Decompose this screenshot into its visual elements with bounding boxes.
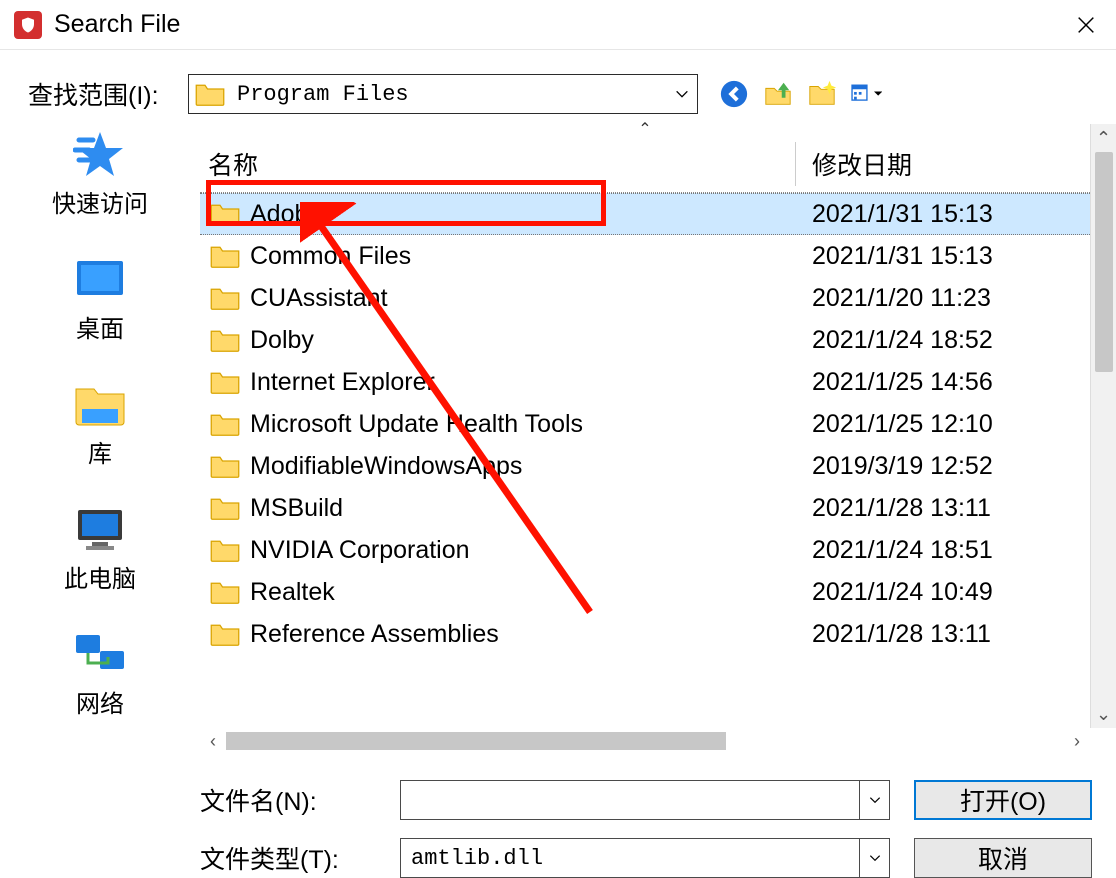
file-date: 2021/1/24 18:51 [796, 536, 993, 565]
file-row[interactable]: CUAssistant2021/1/20 11:23 [200, 277, 1090, 319]
vertical-scrollbar[interactable]: ⌃ ⌄ [1090, 124, 1116, 728]
folder-icon [210, 495, 240, 521]
file-date: 2019/3/19 12:52 [796, 452, 993, 481]
sidebar-quick-access[interactable]: 快速访问 [52, 128, 148, 219]
folder-icon [210, 537, 240, 563]
folder-icon [210, 201, 240, 227]
scroll-up-icon[interactable]: ⌃ [1091, 124, 1116, 152]
file-date: 2021/1/31 15:13 [796, 200, 993, 229]
file-list-pane: ⌃ 名称 修改日期 Adobe2021/1/31 15:13Common Fil… [200, 124, 1090, 728]
file-row[interactable]: Realtek2021/1/24 10:49 [200, 571, 1090, 613]
range-label: 查找范围(I): [28, 76, 188, 112]
file-row[interactable]: Common Files2021/1/31 15:13 [200, 235, 1090, 277]
file-row[interactable]: NVIDIA Corporation2021/1/24 18:51 [200, 529, 1090, 571]
filetype-combobox[interactable]: amtlib.dll [400, 838, 890, 878]
folder-icon [210, 579, 240, 605]
file-row[interactable]: Reference Assemblies2021/1/28 13:11 [200, 613, 1090, 655]
file-row[interactable]: Dolby2021/1/24 18:52 [200, 319, 1090, 361]
up-icon[interactable] [762, 78, 794, 110]
path-text: Program Files [237, 82, 667, 107]
back-icon[interactable] [718, 78, 750, 110]
scroll-down-icon[interactable]: ⌄ [1091, 700, 1116, 728]
file-name: Common Files [240, 242, 796, 271]
file-row[interactable]: Internet Explorer2021/1/25 14:56 [200, 361, 1090, 403]
file-date: 2021/1/31 15:13 [796, 242, 993, 271]
file-name: CUAssistant [240, 284, 796, 313]
folder-icon [195, 80, 225, 108]
folder-icon [210, 453, 240, 479]
horizontal-scrollbar[interactable]: ‹ › [200, 728, 1090, 754]
folder-icon [210, 285, 240, 311]
file-date: 2021/1/24 18:52 [796, 326, 993, 355]
hscroll-thumb[interactable] [226, 732, 726, 750]
chevron-down-icon[interactable] [859, 781, 889, 819]
sidebar-desktop[interactable]: 桌面 [70, 253, 130, 344]
file-list[interactable]: Adobe2021/1/31 15:13Common Files2021/1/3… [200, 193, 1090, 728]
file-date: 2021/1/25 12:10 [796, 410, 993, 439]
file-list-header: 名称 修改日期 [200, 142, 1090, 193]
file-date: 2021/1/20 11:23 [796, 284, 991, 313]
column-name[interactable]: 名称 [200, 142, 796, 186]
file-row[interactable]: Adobe2021/1/31 15:13 [200, 193, 1090, 235]
libraries-icon [70, 378, 130, 432]
app-shield-icon [14, 11, 42, 39]
path-combobox[interactable]: Program Files [188, 74, 698, 114]
sidebar-libraries[interactable]: 库 [70, 378, 130, 469]
file-date: 2021/1/28 13:11 [796, 620, 991, 649]
scroll-thumb[interactable] [1095, 152, 1113, 372]
file-name: Adobe [240, 200, 796, 229]
file-date: 2021/1/28 13:11 [796, 494, 991, 523]
file-name: NVIDIA Corporation [240, 536, 796, 565]
cancel-button[interactable]: 取消 [914, 838, 1092, 878]
filename-combobox[interactable] [400, 780, 890, 820]
path-row: 查找范围(I): Program Files [0, 50, 1116, 124]
folder-icon [210, 243, 240, 269]
close-button[interactable] [1056, 0, 1116, 50]
open-button[interactable]: 打开(O) [914, 780, 1092, 820]
file-name: Dolby [240, 326, 796, 355]
file-row[interactable]: ModifiableWindowsApps2019/3/19 12:52 [200, 445, 1090, 487]
sidebar-this-pc[interactable]: 此电脑 [64, 503, 136, 594]
file-name: Microsoft Update Health Tools [240, 410, 796, 439]
file-name: ModifiableWindowsApps [240, 452, 796, 481]
window-title: Search File [54, 10, 180, 39]
file-row[interactable]: Microsoft Update Health Tools2021/1/25 1… [200, 403, 1090, 445]
sidebar-network[interactable]: 网络 [70, 628, 130, 719]
file-date: 2021/1/24 10:49 [796, 578, 993, 607]
file-name: Internet Explorer [240, 368, 796, 397]
scroll-right-icon[interactable]: › [1064, 728, 1090, 754]
chevron-down-icon[interactable] [859, 839, 889, 877]
new-folder-icon[interactable] [806, 78, 838, 110]
file-row[interactable]: MSBuild2021/1/28 13:11 [200, 487, 1090, 529]
file-name: Reference Assemblies [240, 620, 796, 649]
filetype-value: amtlib.dll [401, 846, 859, 871]
network-icon [70, 628, 130, 682]
desktop-icon [70, 253, 130, 307]
chevron-down-icon[interactable] [667, 86, 697, 102]
scroll-left-icon[interactable]: ‹ [200, 728, 226, 754]
folder-icon [210, 411, 240, 437]
folder-icon [210, 621, 240, 647]
file-name: MSBuild [240, 494, 796, 523]
this-pc-icon [70, 503, 130, 557]
title-bar: Search File [0, 0, 1116, 50]
file-date: 2021/1/25 14:56 [796, 368, 993, 397]
filename-label: 文件名(N): [200, 782, 400, 818]
folder-icon [210, 369, 240, 395]
view-menu-icon[interactable] [850, 78, 882, 110]
quick-access-icon [70, 128, 130, 182]
file-name: Realtek [240, 578, 796, 607]
sort-caret-icon: ⌃ [200, 124, 1090, 142]
filetype-label: 文件类型(T): [200, 840, 400, 876]
folder-icon [210, 327, 240, 353]
column-date[interactable]: 修改日期 [796, 142, 920, 186]
places-sidebar: 快速访问 桌面 库 此电脑 网络 [0, 124, 200, 728]
